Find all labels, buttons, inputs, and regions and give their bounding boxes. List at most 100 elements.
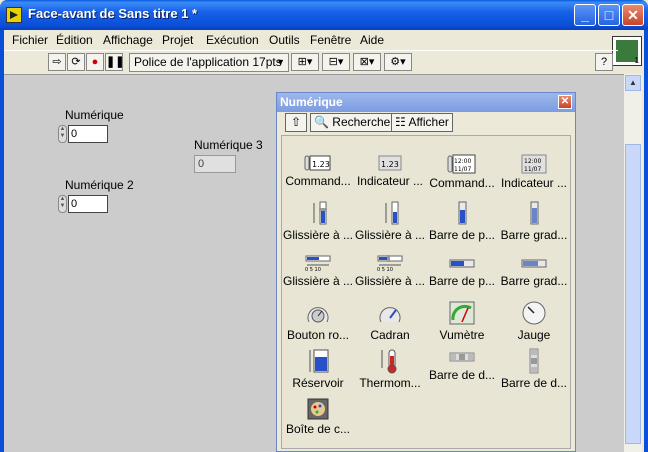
- labview-front-panel-window: Face-avant de Sans titre 1 * _ □ ✕ Fichi…: [0, 0, 648, 452]
- numeric-control-icon: 1.23: [304, 155, 331, 171]
- resize-objects-icon[interactable]: ⊠▾: [353, 53, 381, 71]
- palette-item-numeric-indicator[interactable]: 1.23 Indicateur ...: [354, 154, 426, 188]
- palette-item-tank[interactable]: Réservoir: [282, 348, 354, 390]
- palette-item-meter[interactable]: Vumètre: [426, 300, 498, 342]
- reorder-icon[interactable]: ⚙▾: [384, 53, 412, 71]
- palette-item-horizontal-progress-bar[interactable]: Barre de p...: [426, 254, 498, 288]
- svg-text:1.23: 1.23: [381, 160, 399, 169]
- numeric-indicator-3[interactable]: 0: [194, 155, 236, 173]
- menu-fenetre[interactable]: Fenêtre: [310, 33, 351, 47]
- menu-affichage[interactable]: Affichage: [103, 33, 153, 47]
- menu-edition[interactable]: Édition: [56, 33, 93, 47]
- palette-item-label: Glissière à ...: [354, 228, 426, 242]
- vertical-progress-bar-icon: [458, 201, 467, 225]
- knob-icon: [307, 307, 329, 323]
- palette-item-thermometer[interactable]: Thermom...: [354, 348, 426, 390]
- palette-item-vertical-slide-2[interactable]: Glissière à ...: [354, 200, 426, 242]
- increment-decrement-icon[interactable]: ▲ ▼: [58, 195, 67, 213]
- color-box-icon: [307, 398, 329, 420]
- palette-item-vertical-progress-bar[interactable]: Barre de p...: [426, 200, 498, 242]
- svg-text:11/07: 11/07: [454, 166, 471, 173]
- horizontal-scrollbar-icon: [449, 352, 475, 362]
- palette-item-vertical-scrollbar[interactable]: Barre de d...: [498, 348, 570, 390]
- palette-items-area: 1.23 Command... 1.23 Indicateur ... 12:0…: [281, 135, 571, 449]
- horizontal-graduated-bar-icon: [521, 259, 547, 268]
- menu-projet[interactable]: Projet: [162, 33, 193, 47]
- palette-item-label: Bouton ro...: [286, 328, 350, 342]
- labview-app-icon[interactable]: [6, 7, 22, 23]
- run-arrow-icon[interactable]: ⇨: [48, 53, 66, 71]
- palette-item-label: Command...: [429, 176, 495, 190]
- increment-decrement-icon[interactable]: ▲ ▼: [58, 125, 67, 143]
- numeric-control-label[interactable]: Numérique: [65, 108, 124, 122]
- palette-item-numeric-control[interactable]: 1.23 Command...: [282, 154, 354, 188]
- palette-item-label: Barre grad...: [500, 274, 568, 288]
- menu-outils[interactable]: Outils: [269, 33, 300, 47]
- palette-item-label: Barre de p...: [428, 274, 496, 288]
- window-border-right: [644, 30, 648, 452]
- title-bar[interactable]: Face-avant de Sans titre 1 * _ □ ✕: [0, 0, 648, 30]
- palette-item-label: Glissière à ...: [354, 274, 426, 288]
- tank-icon: [309, 349, 329, 373]
- scroll-thumb[interactable]: [625, 144, 641, 444]
- palette-search-label: Rechercher: [332, 115, 395, 129]
- palette-show-button[interactable]: ☷ Afficher: [391, 113, 453, 132]
- palette-item-timestamp-control[interactable]: 12:00 11/07 Command...: [426, 154, 498, 190]
- run-continuously-icon[interactable]: ⟳: [67, 53, 85, 71]
- horizontal-slide-indicator-icon: 0 5 10: [377, 255, 403, 272]
- palette-title-bar[interactable]: Numérique ✕: [277, 93, 575, 112]
- palette-item-label: Indicateur ...: [500, 176, 568, 190]
- palette-item-label: Barre de d...: [500, 376, 568, 390]
- palette-search-button[interactable]: 🔍 Rechercher: [310, 113, 399, 132]
- scroll-up-icon[interactable]: ▲: [625, 75, 641, 91]
- vertical-scrollbar[interactable]: ▲: [624, 74, 642, 452]
- menu-execution[interactable]: Exécution: [206, 33, 259, 47]
- pause-icon[interactable]: ❚❚: [105, 53, 124, 71]
- palette-item-color-box[interactable]: Boîte de c...: [282, 398, 354, 436]
- toolbar: ⇨ ⟳ ● ❚❚ Police de l'application 17pts ▼…: [4, 50, 618, 74]
- palette-item-horizontal-slide-2[interactable]: 0 5 10 Glissière à ...: [354, 254, 426, 288]
- numeric-indicator-3-label[interactable]: Numérique 3: [194, 138, 263, 152]
- font-select[interactable]: Police de l'application 17pts ▼: [129, 53, 289, 72]
- menu-aide[interactable]: Aide: [360, 33, 384, 47]
- palette-item-vertical-graduated-bar[interactable]: Barre grad...: [498, 200, 570, 242]
- svg-text:11/07: 11/07: [524, 166, 541, 173]
- palette-item-label: Thermom...: [359, 376, 421, 390]
- menu-fichier[interactable]: Fichier: [12, 33, 48, 47]
- palette-item-label: Glissière à ...: [282, 228, 354, 242]
- thermometer-icon: [381, 349, 397, 374]
- palette-item-horizontal-graduated-bar[interactable]: Barre grad...: [498, 254, 570, 288]
- palette-item-label: Jauge: [517, 328, 551, 342]
- palette-item-dial[interactable]: Cadran: [354, 300, 426, 342]
- svg-text:1.23: 1.23: [312, 160, 330, 169]
- palette-item-knob[interactable]: Bouton ro...: [282, 300, 354, 342]
- numeric-control-2-value[interactable]: 0: [68, 195, 108, 213]
- palette-item-label: Indicateur ...: [356, 174, 424, 188]
- numeric-control-value[interactable]: 0: [68, 125, 108, 143]
- help-icon[interactable]: ?: [595, 53, 613, 71]
- maximize-button[interactable]: □: [598, 4, 620, 26]
- palette-item-gauge[interactable]: Jauge: [498, 300, 570, 342]
- timestamp-control-icon: 12:0011/07: [447, 154, 476, 174]
- minimize-button[interactable]: _: [574, 4, 596, 26]
- palette-item-horizontal-scrollbar[interactable]: Barre de d...: [426, 348, 498, 382]
- vertical-slide-indicator-icon: [385, 201, 399, 225]
- align-objects-icon[interactable]: ⊞▾: [291, 53, 319, 71]
- palette-item-label: Vumètre: [439, 328, 485, 342]
- numeric-indicator-icon: 1.23: [378, 155, 402, 171]
- palette-item-horizontal-slide-1[interactable]: 0 5 10 Glissière à ...: [282, 254, 354, 288]
- distribute-objects-icon[interactable]: ⊟▾: [322, 53, 350, 71]
- timestamp-indicator-icon: 12:0011/07: [521, 154, 547, 174]
- palette-item-label: Command...: [285, 174, 351, 188]
- abort-icon[interactable]: ●: [86, 53, 104, 71]
- palette-item-label: Barre de p...: [428, 228, 496, 242]
- font-select-value: Police de l'application 17pts: [134, 55, 282, 69]
- close-button[interactable]: ✕: [622, 4, 644, 26]
- numeric-control-2-label[interactable]: Numérique 2: [65, 178, 134, 192]
- gauge-icon: [522, 301, 546, 325]
- window-title: Face-avant de Sans titre 1 *: [28, 6, 198, 21]
- palette-close-icon[interactable]: ✕: [558, 95, 572, 109]
- palette-item-timestamp-indicator[interactable]: 12:00 11/07 Indicateur ...: [498, 154, 570, 190]
- palette-up-icon[interactable]: ⇧: [285, 113, 307, 132]
- palette-item-vertical-slide-1[interactable]: Glissière à ...: [282, 200, 354, 242]
